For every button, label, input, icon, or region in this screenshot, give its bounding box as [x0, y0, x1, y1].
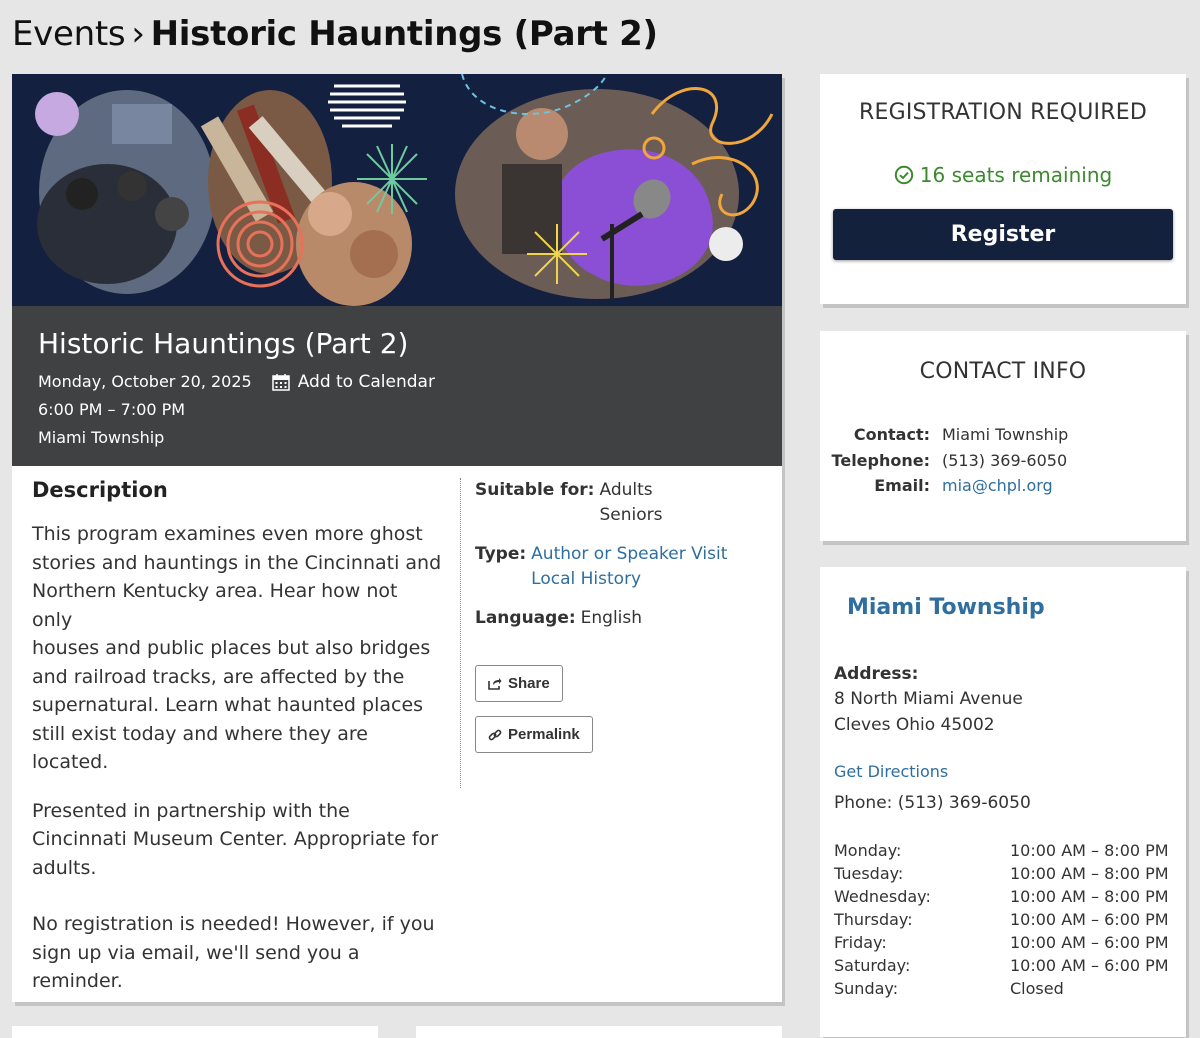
hours-row: Tuesday: 10:00 AM – 8:00 PM — [834, 862, 1172, 885]
address-line: 8 North Miami Avenue — [834, 689, 1023, 709]
hours-day: Tuesday: — [834, 864, 904, 883]
breadcrumb-current: Historic Hauntings (Part 2) — [150, 14, 658, 54]
description-heading: Description — [32, 478, 168, 502]
hours-time: 10:00 AM – 6:00 PM — [1010, 910, 1169, 929]
hours-time: 10:00 AM – 8:00 PM — [1010, 841, 1169, 860]
check-circle-icon — [894, 165, 913, 185]
language-value: English — [580, 608, 643, 628]
seats-remaining-text: 16 seats remaining — [919, 163, 1113, 187]
hours-row: Sunday: Closed — [834, 977, 1172, 1000]
get-directions-link[interactable]: Get Directions — [834, 762, 1172, 781]
telephone-row: Telephone: (513) 369-6050 — [820, 448, 1186, 474]
breadcrumb-separator: › — [131, 14, 145, 54]
event-details: Suitable for: Adults Seniors Type: Autho… — [460, 478, 760, 788]
hours-row: Saturday: 10:00 AM – 6:00 PM — [834, 954, 1172, 977]
telephone-value: (513) 369-6050 — [942, 450, 1068, 470]
description-paragraph: No registration is needed! However, if y… — [32, 913, 435, 992]
suitable-for-label: Suitable for: — [475, 480, 595, 500]
audience-tag: Adults — [599, 480, 653, 500]
contact-table: Contact: Miami Township Telephone: (513)… — [820, 422, 1186, 499]
event-hero-image — [12, 74, 782, 306]
suitable-for-row: Suitable for: Adults Seniors — [475, 478, 760, 528]
bottom-card-edge — [12, 1026, 378, 1038]
type-link[interactable]: Author or Speaker Visit — [531, 542, 727, 567]
hours-day: Monday: — [834, 841, 902, 860]
event-info-band: Historic Hauntings (Part 2) Monday, Octo… — [12, 306, 782, 466]
hero-collage-illustration — [12, 74, 782, 306]
email-link[interactable]: mia@chpl.org — [942, 473, 1053, 499]
type-link[interactable]: Local History — [531, 567, 727, 592]
email-row: Email: mia@chpl.org — [820, 473, 1186, 499]
seats-remaining: 16 seats remaining — [894, 163, 1112, 187]
hours-day: Saturday: — [834, 956, 911, 975]
hours-time: 10:00 AM – 6:00 PM — [1010, 956, 1169, 975]
hours-day: Friday: — [834, 933, 887, 952]
event-date-row: Monday, October 20, 2025 Add to Calendar — [38, 368, 756, 396]
add-to-calendar-button[interactable]: Add to Calendar — [271, 368, 435, 396]
share-icon — [488, 678, 502, 690]
share-button[interactable]: Share — [475, 665, 563, 702]
page-title: Events › Historic Hauntings (Part 2) — [12, 14, 658, 54]
permalink-label: Permalink — [508, 726, 580, 743]
breadcrumb-events-link[interactable]: Events — [12, 14, 126, 54]
event-title: Historic Hauntings (Part 2) — [38, 327, 409, 360]
hours-time: 10:00 AM – 8:00 PM — [1010, 864, 1169, 883]
hours-day: Wednesday: — [834, 887, 931, 906]
type-row: Type: Author or Speaker Visit Local Hist… — [475, 542, 760, 592]
hours-row: Friday: 10:00 AM – 6:00 PM — [834, 931, 1172, 954]
hours-day: Thursday: — [834, 910, 913, 929]
type-label: Type: — [475, 544, 527, 564]
contact-heading: CONTACT INFO — [919, 359, 1087, 384]
share-label: Share — [508, 675, 550, 692]
hours-row: Monday: 10:00 AM – 8:00 PM — [834, 839, 1172, 862]
contact-value: Miami Township — [942, 425, 1069, 444]
calendar-icon — [271, 374, 290, 391]
bottom-card-edge — [416, 1026, 782, 1038]
event-body: Description This program examines even m… — [12, 466, 782, 1028]
location-name-link[interactable]: Miami Township — [847, 595, 1172, 620]
language-row: Language: English — [475, 606, 760, 631]
contact-label: Contact: — [853, 425, 930, 444]
register-button[interactable]: Register — [833, 209, 1173, 260]
permalink-button[interactable]: Permalink — [475, 716, 593, 753]
contact-info-card: CONTACT INFO Contact: Miami Township Tel… — [820, 331, 1186, 541]
add-to-calendar-label: Add to Calendar — [297, 372, 435, 392]
link-icon — [488, 729, 502, 740]
location-phone: Phone: (513) 369-6050 — [834, 793, 1031, 813]
description-section: Description This program examines even m… — [32, 478, 460, 1016]
action-buttons: Share Permalink — [475, 665, 760, 767]
hours-row: Thursday: 10:00 AM – 6:00 PM — [834, 908, 1172, 931]
address-label: Address: — [834, 664, 919, 684]
language-label: Language: — [475, 608, 576, 628]
email-label: Email: — [874, 476, 930, 495]
address-line: Cleves Ohio 45002 — [834, 715, 995, 735]
description-paragraph: Presented in partnership with the Cincin… — [32, 799, 438, 879]
registration-card: REGISTRATION REQUIRED 16 seats remaining… — [820, 74, 1186, 304]
event-time: 6:00 PM – 7:00 PM — [38, 400, 186, 419]
event-card: Historic Hauntings (Part 2) Monday, Octo… — [12, 74, 782, 1002]
hours-day: Sunday: — [834, 979, 899, 998]
hours-row: Wednesday: 10:00 AM – 8:00 PM — [834, 885, 1172, 908]
event-location: Miami Township — [38, 428, 165, 447]
hours-time: 10:00 AM – 8:00 PM — [1010, 887, 1169, 906]
hours-time: 10:00 AM – 6:00 PM — [1010, 933, 1169, 952]
contact-row: Contact: Miami Township — [820, 422, 1186, 448]
telephone-label: Telephone: — [831, 450, 930, 470]
location-card: Miami Township Address: 8 North Miami Av… — [820, 567, 1186, 1037]
registration-heading: REGISTRATION REQUIRED — [859, 100, 1147, 125]
audience-tag: Seniors — [599, 505, 663, 525]
event-date: Monday, October 20, 2025 — [38, 372, 252, 391]
hours-time: Closed — [1010, 979, 1064, 998]
description-paragraph: This program examines even more ghost st… — [32, 523, 442, 773]
opening-hours: Monday: 10:00 AM – 8:00 PM Tuesday: 10:00 … — [834, 839, 1172, 1000]
